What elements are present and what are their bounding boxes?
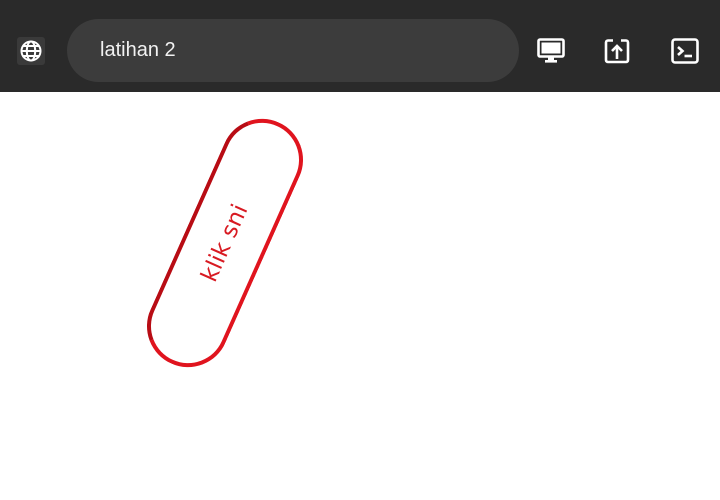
- address-bar[interactable]: latihan 2: [67, 19, 519, 82]
- terminal-icon[interactable]: [670, 36, 700, 66]
- klik-button-label: klik sni: [196, 200, 254, 286]
- monitor-icon[interactable]: [536, 36, 566, 66]
- globe-icon[interactable]: [17, 37, 45, 65]
- app-canvas: klik sni: [0, 92, 720, 500]
- address-text: latihan 2: [100, 39, 176, 61]
- top-toolbar: latihan 2: [0, 0, 720, 92]
- open-in-icon[interactable]: [602, 36, 632, 66]
- klik-button[interactable]: klik sni: [133, 105, 317, 381]
